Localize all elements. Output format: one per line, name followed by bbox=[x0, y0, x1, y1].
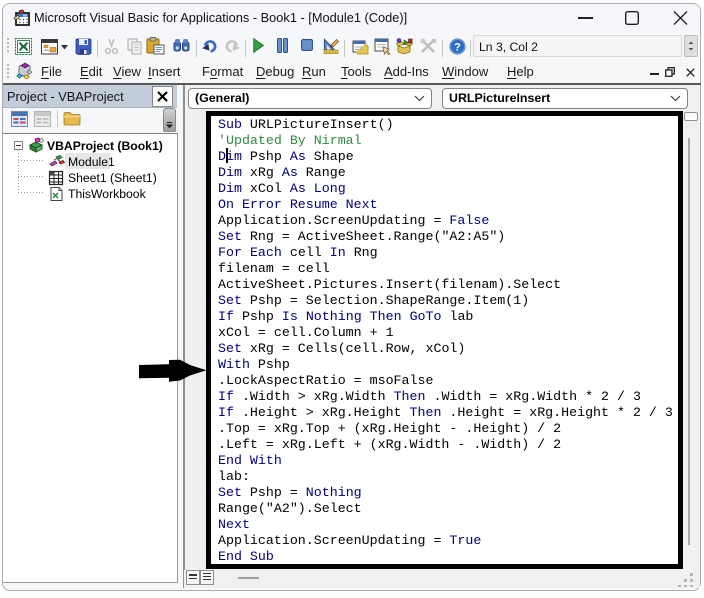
svg-text:?: ? bbox=[454, 42, 461, 54]
